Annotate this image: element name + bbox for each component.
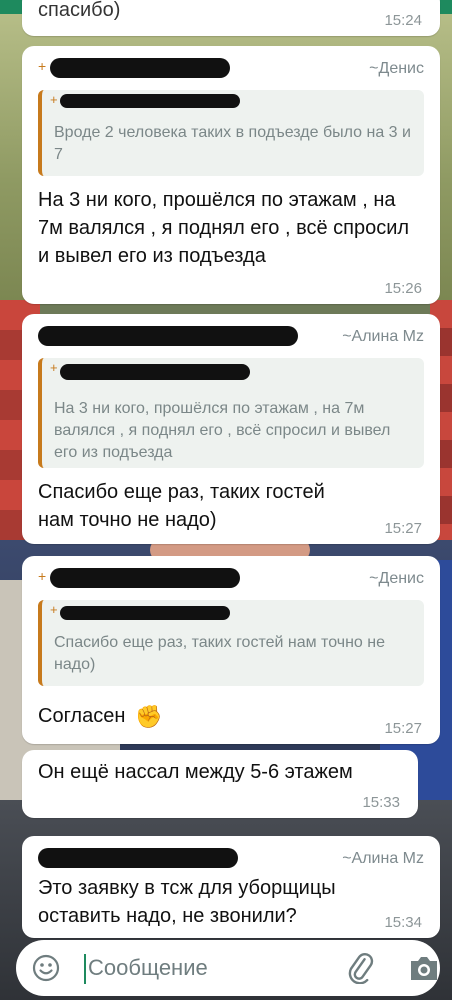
message-time: 15:33 [362, 794, 400, 811]
sender-name[interactable]: ~Алина Mz [342, 328, 424, 346]
fist-emoji-icon: ✊ [134, 703, 163, 729]
message-bubble[interactable]: ~Алина Mz Это заявку в тсж для уборщицы … [22, 836, 440, 938]
message-time: 15:26 [384, 280, 422, 297]
message-text: спасибо) [38, 0, 121, 21]
redacted-phone [60, 364, 250, 380]
sender-name[interactable]: ~Алина Mz [342, 850, 424, 868]
message-bubble[interactable]: Он ещё нассал между 5-6 этажем 15:33 [22, 750, 418, 818]
message-bubble[interactable]: + ~Денис + Вроде 2 человека таких в подъ… [22, 46, 440, 304]
message-time: 15:27 [384, 520, 422, 537]
reply-quote[interactable]: + Вроде 2 человека таких в подъезде было… [38, 90, 424, 176]
sender-row: ~Алина Mz [38, 846, 424, 868]
message-input-bar: Сообщение [16, 940, 440, 996]
redacted-phone [50, 568, 240, 588]
redacted-phone [60, 94, 240, 108]
redacted-phone [38, 848, 238, 868]
sender-name[interactable]: ~Денис [369, 60, 424, 78]
attach-icon[interactable] [346, 952, 376, 984]
message-text-row: Согласен ✊ [38, 702, 420, 731]
quote-phone-plus: + [50, 360, 58, 375]
quote-text: Вроде 2 человека таких в подъезде было н… [54, 124, 411, 163]
emoji-icon[interactable] [32, 954, 60, 982]
quote-phone-plus: + [50, 602, 58, 617]
message-time: 15:27 [384, 720, 422, 737]
message-text: Спасибо еще раз, таких гостей нам точно … [38, 481, 325, 531]
phone-plus: + [38, 568, 47, 584]
quote-text: На 3 ни кого, прошёлся по этажам , на 7м… [54, 400, 391, 461]
reply-quote[interactable]: + Спасибо еще раз, таких гостей нам точн… [38, 600, 424, 686]
quote-text: Спасибо еще раз, таких гостей нам точно … [54, 634, 385, 673]
redacted-phone [38, 326, 298, 346]
message-text: Согласен [38, 705, 126, 727]
redacted-phone [60, 606, 230, 620]
sender-name[interactable]: ~Денис [369, 570, 424, 588]
message-bubble[interactable]: спасибо) 15:24 [22, 0, 440, 36]
message-bubble[interactable]: + ~Денис + Спасибо еще раз, таких гостей… [22, 556, 440, 744]
message-time: 15:24 [384, 12, 422, 29]
text-caret [84, 954, 86, 984]
message-text: Это заявку в тсж для уборщицы оставить н… [38, 877, 336, 927]
message-text: Он ещё нассал между 5-6 этажем [38, 761, 353, 783]
redacted-phone [50, 58, 230, 78]
reply-quote[interactable]: + На 3 ни кого, прошёлся по этажам , на … [38, 358, 424, 468]
camera-icon[interactable] [408, 954, 440, 982]
sender-row: ~Алина Mz [38, 324, 424, 346]
sender-row: + ~Денис [38, 56, 424, 78]
phone-plus: + [38, 58, 47, 74]
sender-row: + ~Денис [38, 566, 424, 588]
quote-phone-plus: + [50, 92, 58, 107]
message-input[interactable]: Сообщение [88, 955, 208, 981]
message-text: На 3 ни кого, прошёлся по этажам , на 7м… [38, 189, 410, 267]
message-bubble[interactable]: ~Алина Mz + На 3 ни кого, прошёлся по эт… [22, 314, 440, 544]
message-time: 15:34 [384, 914, 422, 931]
